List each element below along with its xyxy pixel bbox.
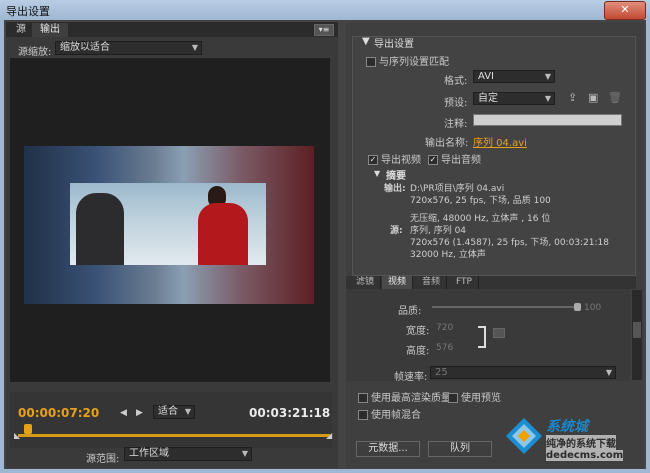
watermark-logo	[506, 418, 542, 454]
save-preset-icon[interactable]: ⇪	[568, 91, 577, 104]
preset-label: 预设:	[444, 98, 468, 109]
source-audio-info: 32000 Hz, 立体声	[410, 250, 486, 260]
collapse-triangle-icon[interactable]: ▼	[362, 36, 370, 47]
window-title: 导出设置	[6, 5, 50, 18]
scale-value: 缩放以适合	[60, 42, 110, 53]
framerate-label: 帧速率:	[394, 372, 428, 383]
source-summary: 序列, 序列 04 720x576 (1.4587), 25 fps, 下场, …	[410, 225, 609, 261]
width-value[interactable]: 720	[436, 323, 453, 333]
tab-audio[interactable]: 音频	[416, 276, 448, 289]
watermark-url: dedecms.com	[546, 450, 624, 461]
output-video-info: 720x576, 25 fps, 下场, 品质 100	[410, 196, 551, 206]
summary-triangle-icon[interactable]: ▼	[374, 169, 380, 178]
chevron-down-icon: ▼	[184, 407, 191, 416]
section-title: 导出设置	[374, 39, 414, 50]
queue-button[interactable]: 队列	[428, 441, 492, 457]
scrollbar-thumb[interactable]	[633, 322, 641, 338]
tab-filters[interactable]: 滤镜	[350, 276, 382, 289]
fit-value: 适合	[158, 406, 178, 417]
link-bracket	[478, 326, 486, 348]
summary-title: 摘要	[386, 171, 406, 182]
mark-in-icon[interactable]: ◀	[120, 408, 127, 418]
chevron-down-icon: ▼	[605, 368, 612, 377]
mark-out-icon[interactable]: ▶	[136, 408, 143, 418]
current-timecode[interactable]: 00:00:07:20	[18, 406, 99, 420]
comment-label: 注释:	[444, 119, 468, 130]
chain-link-icon[interactable]	[493, 328, 505, 338]
watermark-brand: 系统城	[546, 419, 588, 435]
output-name-link[interactable]: 序列 04.avi	[473, 134, 527, 149]
chevron-down-icon: ▼	[241, 449, 248, 458]
work-area-start-icon[interactable]: ◣	[14, 431, 20, 440]
output-summary-label: 输出:	[384, 184, 406, 194]
title-bar: 导出设置 ✕	[0, 0, 650, 20]
quality-slider-handle[interactable]	[574, 303, 581, 311]
format-label: 格式:	[444, 76, 468, 87]
work-area-end-icon[interactable]: ◢	[326, 431, 332, 440]
preview-image	[70, 183, 266, 265]
use-preview-checkbox[interactable]: 使用预览	[448, 389, 501, 404]
range-label: 源范围:	[86, 454, 120, 465]
chevron-down-icon: ▼	[544, 72, 551, 81]
output-summary: D:\PR项目\序列 04.avi 720x576, 25 fps, 下场, 品…	[410, 183, 551, 225]
frame-blend-checkbox[interactable]: 使用帧混合	[358, 406, 421, 421]
chevron-down-icon: ▼	[191, 43, 198, 52]
max-render-checkbox[interactable]: 使用最高渲染质量	[358, 389, 451, 404]
height-label: 高度:	[406, 346, 430, 357]
output-name-label: 输出名称:	[425, 138, 469, 149]
framerate-dropdown[interactable]: 25 ▼	[430, 366, 616, 379]
export-audio-checkbox[interactable]: ✓ 导出音频	[428, 151, 481, 166]
watermark: 系统城 纯净的系统下载 dedecms.com	[504, 410, 650, 473]
source-name: 序列, 序列 04	[410, 226, 467, 236]
range-value: 工作区域	[129, 448, 169, 459]
watermark-subtitle: 纯净的系统下载	[546, 435, 616, 450]
duration-timecode: 00:03:21:18	[249, 406, 331, 420]
tab-video[interactable]: 视频	[382, 276, 414, 289]
format-value: AVI	[478, 71, 494, 82]
range-dropdown[interactable]: 工作区域 ▼	[124, 447, 252, 461]
metadata-button[interactable]: 元数据...	[356, 441, 420, 457]
output-audio-info: 无压缩, 48000 Hz, 立体声 , 16 位	[410, 214, 551, 224]
preset-dropdown[interactable]: 自定 ▼	[473, 92, 555, 105]
source-summary-label: 源:	[390, 226, 403, 236]
close-button[interactable]: ✕	[604, 1, 646, 20]
quality-value[interactable]: 100	[584, 303, 601, 313]
panel-menu-icon[interactable]: ▾≡	[314, 24, 334, 36]
settings-tab-row: 滤镜 视频 音频 FTP	[346, 276, 636, 289]
settings-scrollbar[interactable]	[632, 290, 642, 380]
fit-dropdown[interactable]: 适合 ▼	[153, 405, 195, 419]
import-preset-icon[interactable]: ▣	[588, 91, 598, 104]
figure-left	[76, 193, 124, 265]
timeline-area	[10, 392, 332, 448]
scale-dropdown[interactable]: 缩放以适合 ▼	[55, 41, 202, 55]
framerate-value: 25	[435, 367, 448, 378]
comment-field[interactable]	[473, 114, 622, 126]
source-video-info: 720x576 (1.4587), 25 fps, 下场, 00:03:21:1…	[410, 238, 610, 248]
width-label: 宽度:	[406, 326, 430, 337]
scale-label: 源缩放:	[18, 47, 52, 58]
timeline-track[interactable]	[18, 434, 330, 437]
delete-preset-icon[interactable]: 🗑	[608, 91, 622, 104]
height-value[interactable]: 576	[436, 343, 453, 353]
tab-source[interactable]: 源	[8, 23, 34, 37]
preset-value: 自定	[478, 93, 498, 104]
quality-slider[interactable]	[432, 306, 578, 308]
quality-label: 品质:	[398, 306, 422, 317]
export-video-checkbox[interactable]: ✓ 导出视频	[368, 151, 421, 166]
playhead-handle[interactable]	[24, 424, 32, 434]
format-dropdown[interactable]: AVI ▼	[473, 70, 555, 83]
source-tab-row: 源 输出 ▾≡	[6, 22, 338, 37]
tab-output[interactable]: 输出	[32, 23, 68, 37]
output-path: D:\PR项目\序列 04.avi	[410, 184, 505, 194]
tab-ftp[interactable]: FTP	[450, 276, 479, 289]
figure-red-coat	[198, 203, 248, 265]
chevron-down-icon: ▼	[544, 94, 551, 103]
match-sequence-checkbox[interactable]: 与序列设置匹配	[366, 53, 449, 68]
